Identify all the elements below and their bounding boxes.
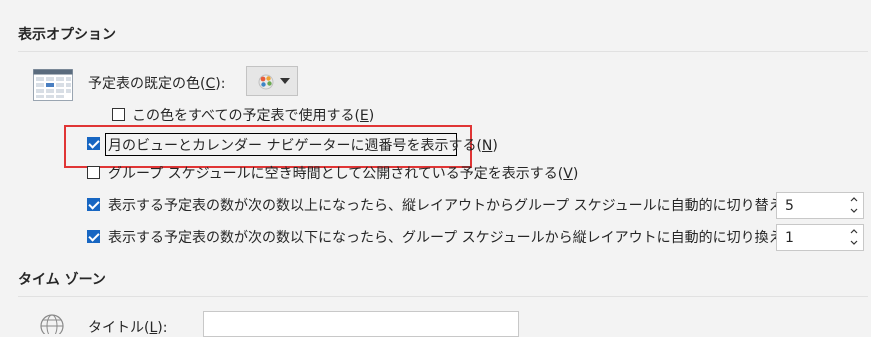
spinner-value: 1 <box>785 230 794 246</box>
chevron-down-icon <box>280 78 290 84</box>
display-options-heading: 表示オプション <box>18 27 116 43</box>
switch-to-group-schedule-label: 表示する予定表の数が次の数以上になったら、縦レイアウトからグループ スケジュール… <box>108 198 821 214</box>
switch-to-vertical-spinner[interactable]: 1 <box>776 224 864 251</box>
switch-to-vertical-layout-checkbox[interactable] <box>87 230 100 243</box>
up-down-arrows-icon <box>850 229 858 245</box>
spinner-value: 5 <box>785 198 794 214</box>
switch-to-vertical-layout-label: 表示する予定表の数が次の数以下になったら、グループ スケジュールから縦レイアウト… <box>108 230 821 246</box>
calendar-color-dropdown[interactable] <box>246 66 298 96</box>
spinner-arrows[interactable] <box>849 226 859 249</box>
time-zone-heading: タイム ゾーン <box>18 272 106 288</box>
color-palette-icon <box>258 74 274 90</box>
show-free-time-checkbox[interactable] <box>87 166 100 179</box>
default-color-label: 予定表の既定の色(C): <box>88 76 226 92</box>
show-week-numbers-label: 月のビューとカレンダー ナビゲーターに週番号を表示する(N) <box>108 138 498 154</box>
section-divider <box>18 51 868 52</box>
show-week-numbers-checkbox[interactable] <box>87 137 100 150</box>
show-free-time-label: グループ スケジュールに空き時間として公開されている予定を表示する(V) <box>108 166 579 182</box>
spinner-arrows[interactable] <box>849 194 859 217</box>
calendar-grid-icon <box>33 69 73 101</box>
up-down-arrows-icon <box>850 197 858 213</box>
use-color-all-checkbox[interactable] <box>112 108 125 121</box>
switch-to-group-spinner[interactable]: 5 <box>776 192 864 219</box>
time-zone-title-input[interactable] <box>203 311 519 337</box>
use-color-all-label: この色をすべての予定表で使用する(E) <box>132 108 375 124</box>
switch-to-group-schedule-checkbox[interactable] <box>87 198 100 211</box>
section-divider <box>18 296 868 297</box>
time-zone-title-label: タイトル(L): <box>88 320 168 336</box>
